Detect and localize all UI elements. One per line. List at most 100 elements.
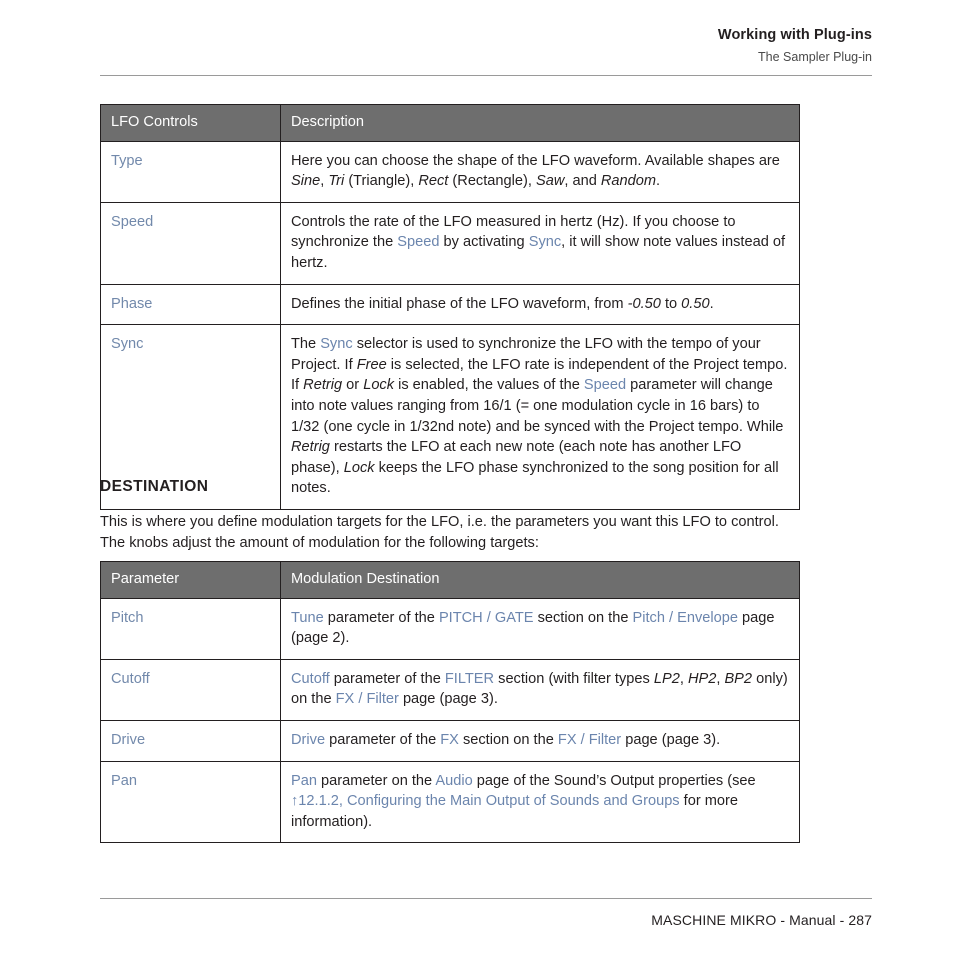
- table-row: Pitch Tune parameter of the PITCH / GATE …: [100, 597, 800, 660]
- emphasis-text: Lock: [343, 459, 375, 476]
- body-text: (Triangle),: [344, 173, 419, 190]
- inline-link[interactable]: FX / Filter: [336, 691, 399, 707]
- page-footer: MASCHINE MIKRO - Manual - 287: [651, 912, 872, 928]
- lfo-table-body: Type Here you can choose the shape of the…: [100, 140, 800, 510]
- emphasis-text: BP2: [724, 670, 753, 687]
- emphasis-text: HP2: [687, 670, 717, 687]
- emphasis-text: Random: [600, 173, 657, 190]
- body-text: section (with filter types: [494, 670, 654, 687]
- body-text: parameter of the: [323, 609, 439, 626]
- emphasis-text: Saw: [535, 173, 565, 190]
- emphasis-text: LP2: [653, 670, 680, 687]
- emphasis-text: Tri: [328, 173, 345, 190]
- row-parameter-name: Phase: [100, 283, 281, 326]
- row-description: Defines the initial phase of the LFO wav…: [280, 283, 800, 326]
- parameter-link[interactable]: Drive: [111, 732, 145, 748]
- running-head: Working with Plug-ins The Sampler Plug-i…: [100, 26, 872, 66]
- row-parameter-name: Cutoff: [100, 658, 281, 721]
- body-text: page (page 3).: [398, 691, 498, 708]
- parameter-link[interactable]: Cutoff: [111, 671, 150, 687]
- inline-link[interactable]: Pitch / Envelope: [633, 610, 738, 626]
- inline-link[interactable]: FILTER: [445, 671, 494, 687]
- body-text: is enabled, the values of the: [394, 377, 584, 394]
- inline-link[interactable]: Drive: [291, 732, 325, 748]
- body-text: section on the: [458, 731, 558, 748]
- inline-link[interactable]: FX / Filter: [558, 732, 621, 748]
- inline-link[interactable]: PITCH / GATE: [439, 610, 534, 626]
- body-text: parameter of the: [325, 731, 441, 748]
- destination-intro-paragraph: This is where you define modulation targ…: [100, 514, 779, 551]
- row-description: Drive parameter of the FX section on the…: [280, 719, 800, 762]
- column-header-parameter: Parameter: [100, 561, 281, 599]
- body-text: Here you can choose the shape of the LFO…: [291, 152, 780, 169]
- row-parameter-name: Speed: [100, 201, 281, 285]
- row-description: Pan parameter on the Audio page of the S…: [280, 760, 800, 844]
- parameter-link[interactable]: Speed: [111, 214, 153, 230]
- row-parameter-name: Pitch: [100, 597, 281, 660]
- body-text: , and: [564, 173, 601, 190]
- emphasis-text: 0.50: [681, 295, 710, 312]
- column-header-modulation-destination: Modulation Destination: [280, 561, 800, 599]
- row-parameter-name: Drive: [100, 719, 281, 762]
- body-text: Defines the initial phase of the LFO wav…: [291, 295, 628, 312]
- body-text: page of the Sound’s Output properties (s…: [472, 772, 756, 789]
- emphasis-text: Sine: [291, 173, 321, 190]
- inline-link[interactable]: Speed: [397, 234, 439, 250]
- body-text: parameter of the: [329, 670, 445, 687]
- row-parameter-name: Pan: [100, 760, 281, 844]
- table-row: Speed Controls the rate of the LFO measur…: [100, 201, 800, 285]
- row-parameter-name: Type: [100, 140, 281, 203]
- dest-table-body: Pitch Tune parameter of the PITCH / GATE …: [100, 597, 800, 844]
- footer-rule: [100, 898, 872, 899]
- emphasis-text: Retrig: [303, 377, 343, 394]
- body-text: by activating: [439, 234, 529, 251]
- row-description: Controls the rate of the LFO measured in…: [280, 201, 800, 285]
- inline-link[interactable]: Cutoff: [291, 671, 330, 687]
- emphasis-text: -0.50: [627, 295, 661, 312]
- body-text: (Rectangle),: [448, 173, 536, 190]
- parameter-link[interactable]: Pitch: [111, 610, 143, 626]
- inline-link[interactable]: Sync: [320, 336, 352, 352]
- inline-link[interactable]: Audio: [435, 773, 472, 789]
- inline-link[interactable]: Sync: [529, 234, 561, 250]
- row-description: The Sync selector is used to synchronize…: [280, 324, 800, 510]
- body-text: page (page 3).: [621, 731, 721, 748]
- row-description: Tune parameter of the PITCH / GATE secti…: [280, 597, 800, 660]
- body-text: section on the: [533, 609, 633, 626]
- table-header-row: LFO Controls Description: [100, 104, 800, 142]
- parameter-link[interactable]: Type: [111, 153, 143, 169]
- inline-link[interactable]: ↑12.1.2, Configuring the Main Output of …: [291, 793, 680, 809]
- body-text: parameter on the: [316, 772, 436, 789]
- emphasis-text: Retrig: [291, 439, 330, 456]
- body-text: The: [291, 336, 321, 353]
- parameter-link[interactable]: Sync: [111, 336, 143, 352]
- emphasis-text: Lock: [363, 377, 395, 394]
- section-heading-destination: DESTINATION: [100, 478, 209, 495]
- table-row: Cutoff Cutoff parameter of the FILTER sec…: [100, 658, 800, 721]
- table-row: Phase Defines the initial phase of the LF…: [100, 283, 800, 326]
- column-header-lfo-controls: LFO Controls: [100, 104, 281, 142]
- inline-link[interactable]: FX: [440, 732, 459, 748]
- row-description: Here you can choose the shape of the LFO…: [280, 140, 800, 203]
- running-head-title: Working with Plug-ins: [717, 27, 872, 43]
- parameter-link[interactable]: Phase: [111, 296, 152, 312]
- running-head-subtitle: The Sampler Plug-in: [758, 50, 872, 65]
- emphasis-text: Free: [356, 356, 387, 373]
- row-description: Cutoff parameter of the FILTER section (…: [280, 658, 800, 721]
- body-text: ,: [679, 670, 688, 687]
- inline-link[interactable]: Speed: [584, 377, 626, 393]
- inline-link[interactable]: Pan: [291, 773, 317, 789]
- parameter-link[interactable]: Pan: [111, 773, 137, 789]
- body-text: .: [709, 295, 714, 312]
- modulation-destination-table: Parameter Modulation Destination Pitch Tu…: [100, 561, 800, 844]
- column-header-description: Description: [280, 104, 800, 142]
- header-rule: [100, 75, 872, 76]
- document-page: Working with Plug-ins The Sampler Plug-i…: [0, 0, 954, 954]
- table-header-row: Parameter Modulation Destination: [100, 561, 800, 599]
- body-text: to: [660, 295, 682, 312]
- body-text: or: [342, 377, 364, 394]
- inline-link[interactable]: Tune: [291, 610, 324, 626]
- table-row: Drive Drive parameter of the FX section o…: [100, 719, 800, 762]
- body-text: .: [656, 173, 661, 190]
- lfo-controls-table: LFO Controls Description Type Here you ca…: [100, 104, 800, 510]
